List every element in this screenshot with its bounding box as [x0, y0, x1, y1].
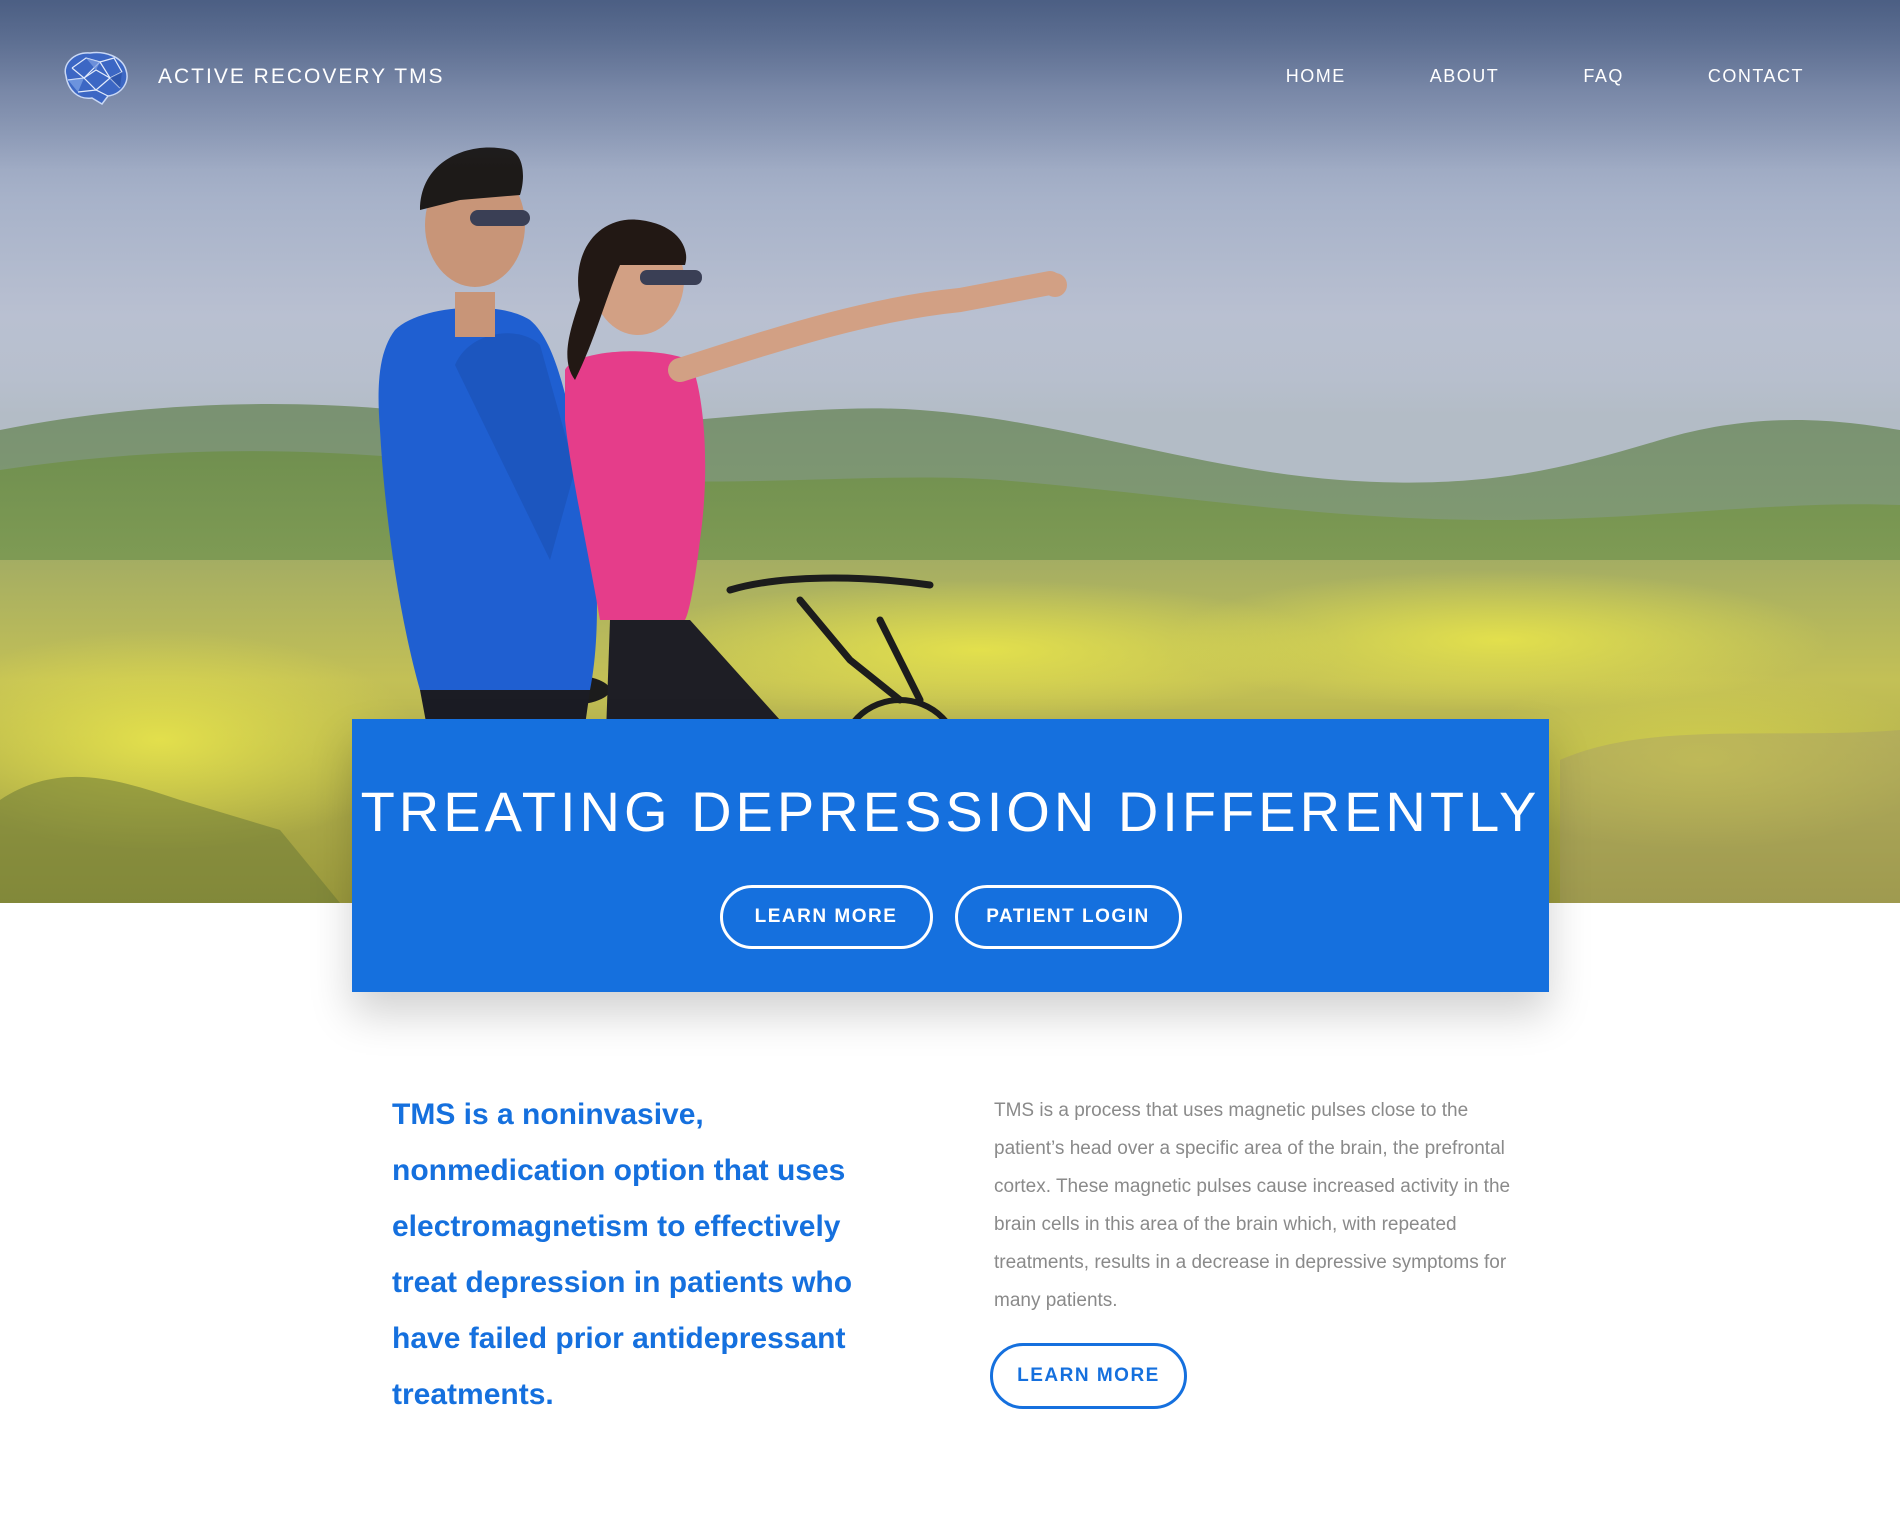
brain-icon — [64, 51, 128, 105]
nav-faq[interactable]: FAQ — [1499, 66, 1624, 87]
intro-learn-more-button[interactable]: LEARN MORE — [990, 1343, 1187, 1409]
learn-more-button[interactable]: LEARN MORE — [719, 885, 933, 949]
intro-lead: TMS is a noninvasive, nonmedication opti… — [392, 1098, 853, 1411]
hero-card: TREATING DEPRESSION DIFFERENTLY LEARN MO… — [352, 719, 1549, 992]
page: ACTIVE RECOVERY TMS HOME ABOUT FAQ CONTA… — [0, 0, 1900, 1519]
nav-contact[interactable]: CONTACT — [1624, 66, 1804, 87]
patient-login-button[interactable]: PATIENT LOGIN — [954, 885, 1182, 949]
hero-buttons: LEARN MORE PATIENT LOGIN — [352, 885, 1549, 949]
nav-about[interactable]: ABOUT — [1346, 66, 1500, 87]
main-nav: HOME ABOUT FAQ CONTACT — [1286, 66, 1804, 87]
logo[interactable]: ACTIVE RECOVERY TMS — [56, 48, 445, 106]
intro-body: TMS is a process that uses magnetic puls… — [994, 1100, 1511, 1311]
hero-title: TREATING DEPRESSION DIFFERENTLY — [360, 780, 1541, 843]
nav-home[interactable]: HOME — [1286, 66, 1346, 87]
logo-text: ACTIVE RECOVERY TMS — [158, 65, 445, 88]
